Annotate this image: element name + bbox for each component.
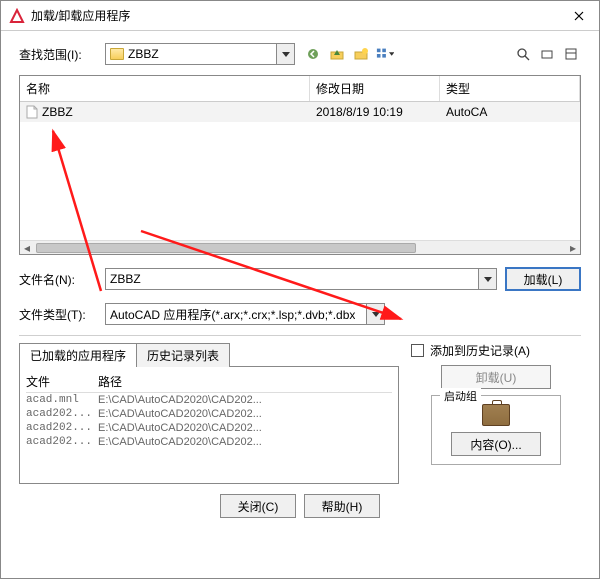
scroll-thumb[interactable] — [36, 243, 416, 253]
checkbox-icon — [411, 344, 424, 357]
scroll-left-icon[interactable]: ◂ — [20, 241, 34, 255]
loaded-item[interactable]: acad202...E:\CAD\AutoCAD2020\CAD202... — [26, 435, 392, 449]
folder-icon — [110, 48, 124, 60]
lookin-label: 查找范围(I): — [19, 46, 97, 63]
loaded-item[interactable]: acad202...E:\CAD\AutoCAD2020\CAD202... — [26, 421, 392, 435]
file-icon — [26, 105, 38, 119]
col-name[interactable]: 名称 — [20, 76, 310, 101]
tool-icon-2[interactable] — [561, 44, 581, 64]
lookin-value: ZBBZ — [128, 47, 159, 61]
lookin-combo[interactable]: ZBBZ — [105, 43, 295, 65]
tab-page-loaded: 文件 路径 acad.mnlE:\CAD\AutoCAD2020\CAD202.… — [19, 366, 399, 484]
load-button[interactable]: 加载(L) — [505, 267, 581, 291]
views-icon[interactable] — [375, 44, 395, 64]
divider — [19, 335, 581, 336]
search-icon[interactable] — [513, 44, 533, 64]
col-type[interactable]: 类型 — [440, 76, 580, 101]
horizontal-scrollbar[interactable]: ◂ ▸ — [20, 240, 580, 254]
chevron-down-icon[interactable] — [276, 44, 294, 64]
filetype-label: 文件类型(T): — [19, 306, 97, 323]
loaded-item[interactable]: acad.mnlE:\CAD\AutoCAD2020\CAD202... — [26, 393, 392, 407]
chevron-down-icon[interactable] — [366, 304, 384, 324]
startup-group-title: 启动组 — [440, 388, 481, 404]
contents-button[interactable]: 内容(O)... — [451, 432, 541, 456]
tab-history[interactable]: 历史记录列表 — [136, 343, 230, 367]
startup-group: 启动组 内容(O)... — [431, 395, 561, 465]
help-button[interactable]: 帮助(H) — [304, 494, 380, 518]
scroll-right-icon[interactable]: ▸ — [566, 241, 580, 255]
filetype-combo[interactable]: AutoCAD 应用程序(*.arx;*.crx;*.lsp;*.dvb;*.d… — [105, 303, 385, 325]
tab-loaded-apps[interactable]: 已加载的应用程序 — [19, 343, 137, 367]
briefcase-icon — [482, 404, 510, 426]
close-icon[interactable] — [559, 1, 599, 31]
file-row[interactable]: ZBBZ 2018/8/19 10:19 AutoCA — [20, 102, 580, 122]
window-title: 加载/卸载应用程序 — [31, 7, 559, 24]
file-type: AutoCA — [440, 102, 580, 122]
col-date[interactable]: 修改日期 — [310, 76, 440, 101]
file-name: ZBBZ — [42, 105, 73, 119]
tool-icon-1[interactable] — [537, 44, 557, 64]
loaded-col-file: 文件 — [26, 373, 98, 390]
file-list-panel: 名称 修改日期 类型 ZBBZ 2018/8/19 10:19 AutoCA ◂… — [19, 75, 581, 255]
add-history-checkbox[interactable]: 添加到历史记录(A) — [411, 342, 581, 359]
back-icon[interactable] — [303, 44, 323, 64]
loaded-item[interactable]: acad202...E:\CAD\AutoCAD2020\CAD202... — [26, 407, 392, 421]
new-folder-icon[interactable] — [351, 44, 371, 64]
loaded-col-path: 路径 — [98, 373, 392, 390]
up-folder-icon[interactable] — [327, 44, 347, 64]
titlebar: 加载/卸载应用程序 — [1, 1, 599, 31]
app-logo-icon — [9, 8, 25, 24]
file-list-header: 名称 修改日期 类型 — [20, 76, 580, 102]
filename-input[interactable]: ZBBZ — [105, 268, 497, 290]
tabs-container: 已加载的应用程序 历史记录列表 文件 路径 acad.mnlE:\CAD\Aut… — [19, 342, 399, 484]
file-date: 2018/8/19 10:19 — [310, 102, 440, 122]
close-button[interactable]: 关闭(C) — [220, 494, 296, 518]
unload-button: 卸载(U) — [441, 365, 551, 389]
filename-label: 文件名(N): — [19, 271, 97, 288]
chevron-down-icon[interactable] — [478, 269, 496, 289]
